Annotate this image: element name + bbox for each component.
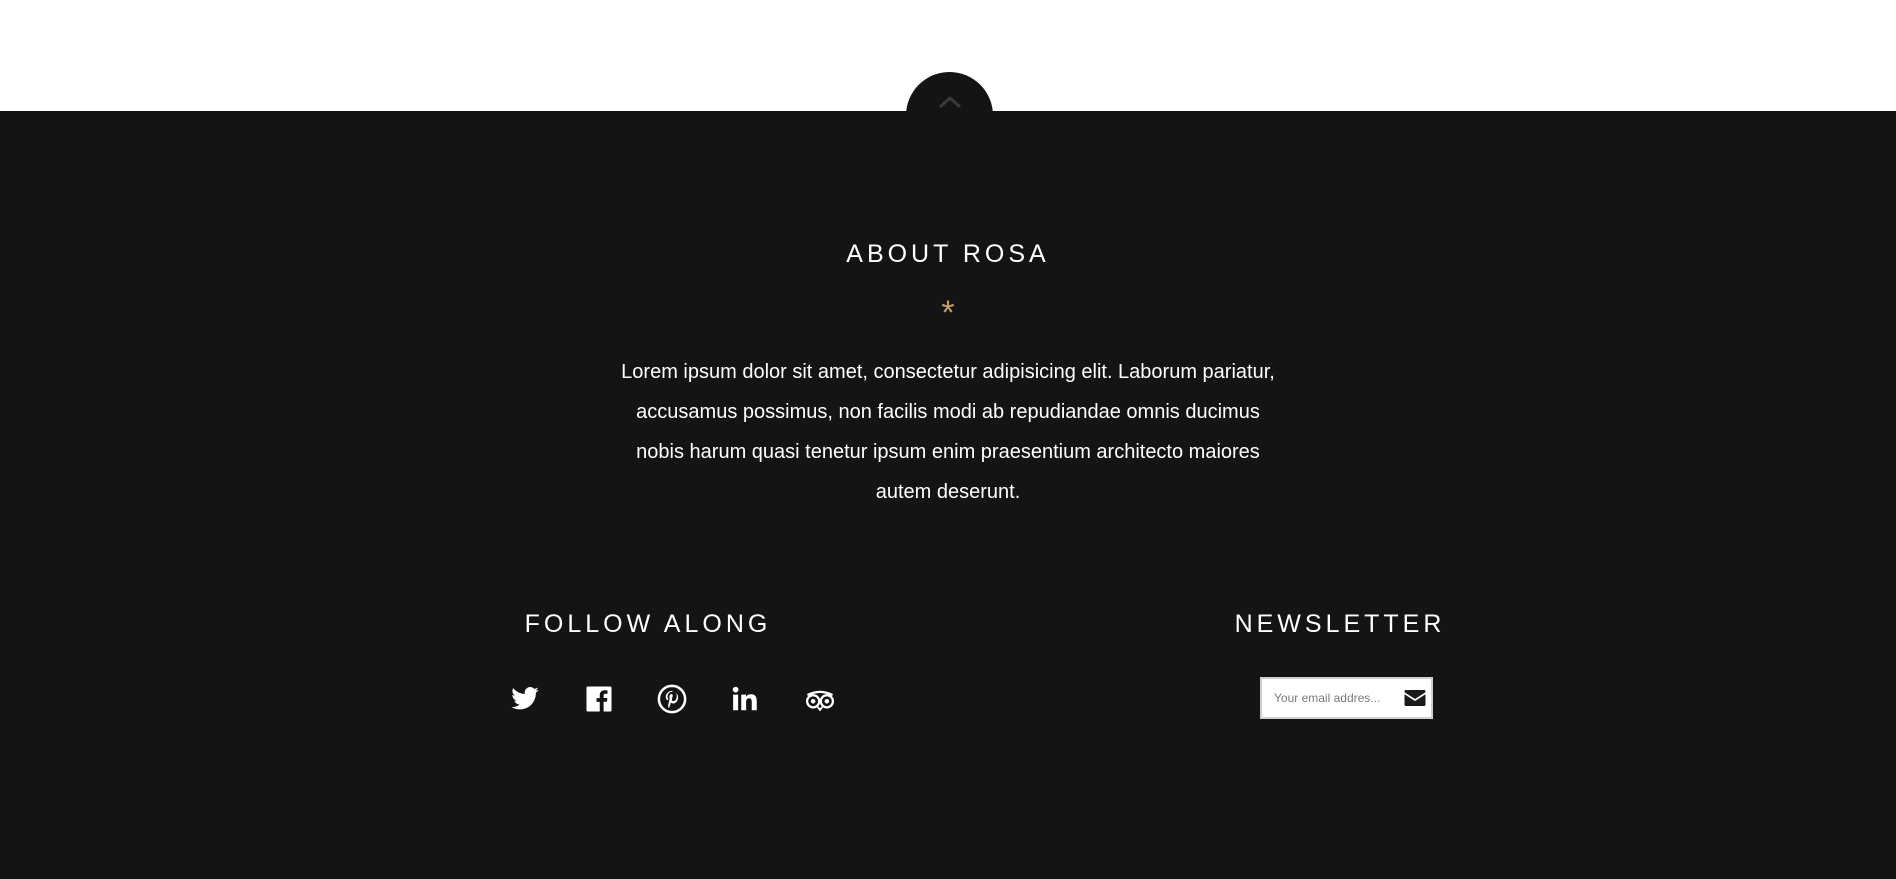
follow-title: FOLLOW ALONG bbox=[524, 610, 772, 638]
pinterest-link[interactable] bbox=[657, 684, 687, 714]
facebook-link[interactable] bbox=[584, 684, 614, 714]
chevron-up-icon bbox=[938, 95, 962, 109]
about-text: Lorem ipsum dolor sit amet, consectetur … bbox=[621, 361, 1275, 503]
tripadvisor-link[interactable] bbox=[804, 684, 836, 714]
linkedin-link[interactable] bbox=[730, 684, 760, 714]
envelope-icon bbox=[1404, 690, 1426, 706]
about-title: ABOUT ROSA bbox=[846, 240, 1050, 268]
linkedin-icon bbox=[732, 686, 757, 711]
scroll-to-top-button[interactable] bbox=[906, 72, 993, 159]
tripadvisor-icon bbox=[805, 690, 835, 712]
newsletter-submit-button[interactable] bbox=[1404, 689, 1426, 707]
newsletter-form bbox=[1260, 677, 1433, 719]
email-input[interactable] bbox=[1262, 679, 1392, 717]
pinterest-icon bbox=[657, 684, 687, 714]
facebook-icon bbox=[586, 686, 612, 712]
twitter-icon bbox=[511, 687, 539, 710]
newsletter-title: NEWSLETTER bbox=[1234, 610, 1446, 638]
twitter-link[interactable] bbox=[510, 684, 540, 714]
title-divider: * bbox=[941, 294, 955, 332]
